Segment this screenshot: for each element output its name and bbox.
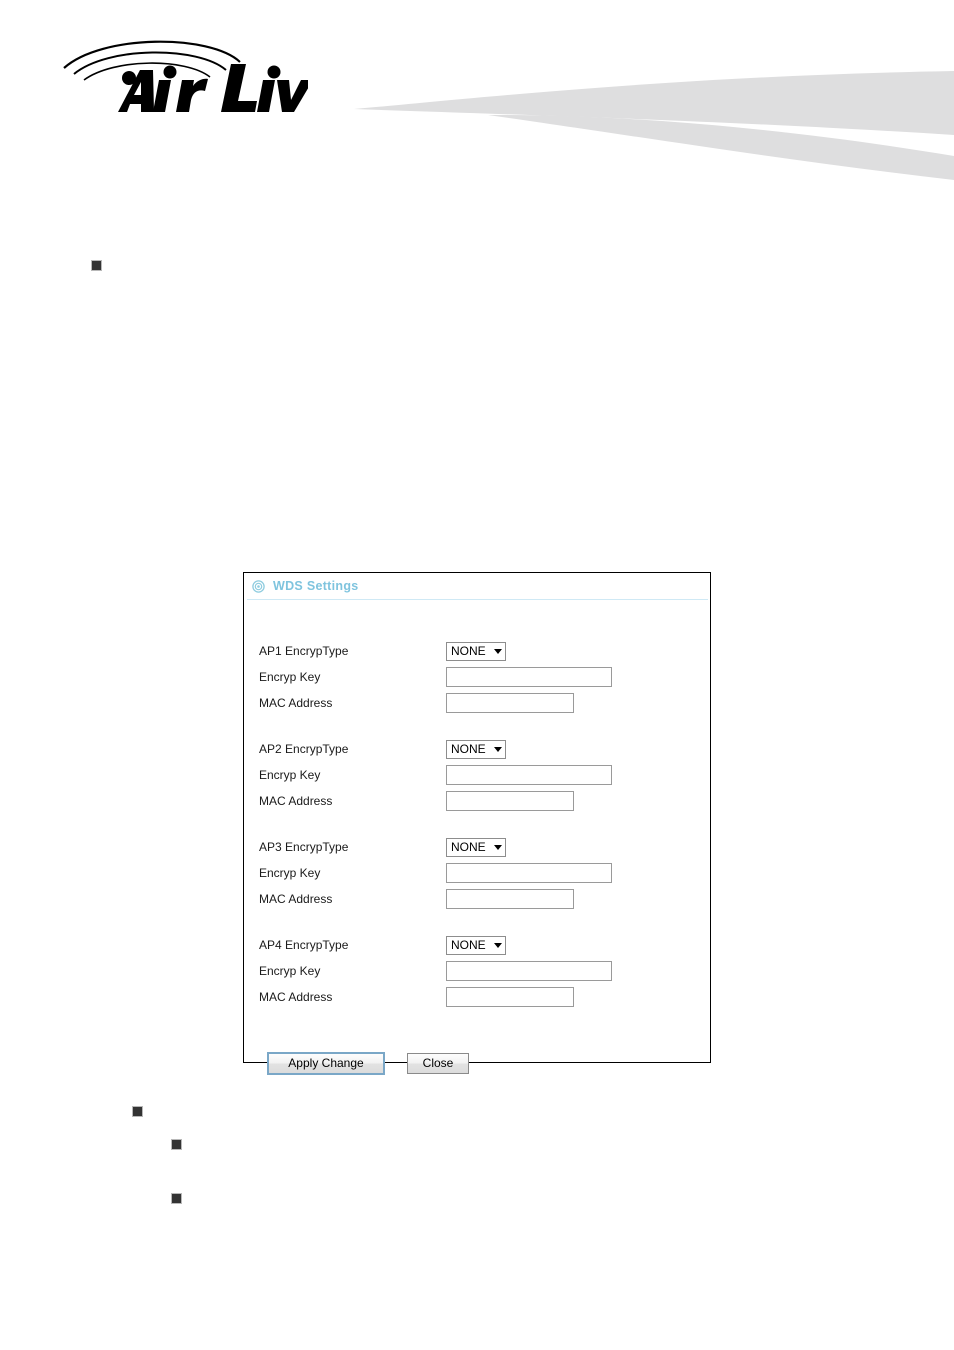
ap-group-2: AP2 EncrypType NONE Encryp Key MAC Addre… bbox=[259, 736, 710, 814]
label-ap1-encryp-key: Encryp Key bbox=[259, 670, 321, 684]
control-ap3-mac-address bbox=[446, 889, 574, 909]
ap1-mac-address-input[interactable] bbox=[446, 693, 574, 713]
row-ap3-encryp-type: AP3 EncrypType NONE bbox=[259, 834, 710, 860]
chevron-down-icon bbox=[494, 844, 502, 850]
apply-change-button[interactable]: Apply Change bbox=[267, 1052, 385, 1075]
bullet-marker-top bbox=[91, 260, 102, 271]
panel-actions: Apply Change Close bbox=[259, 1030, 710, 1075]
control-ap2-mac-address bbox=[446, 791, 574, 811]
ap-group-3: AP3 EncrypType NONE Encryp Key MAC Addre… bbox=[259, 834, 710, 912]
control-ap1-mac-address bbox=[446, 693, 574, 713]
row-ap2-encryp-type: AP2 EncrypType NONE bbox=[259, 736, 710, 762]
row-ap4-mac-address: MAC Address bbox=[259, 984, 710, 1010]
label-ap2-encryp-type: AP2 EncrypType bbox=[259, 742, 349, 756]
bullet-marker-lower-3 bbox=[171, 1193, 182, 1204]
airlive-wave-logo-icon bbox=[63, 40, 308, 112]
ap2-mac-address-input[interactable] bbox=[446, 791, 574, 811]
row-ap3-encryp-key: Encryp Key bbox=[259, 860, 710, 886]
control-ap2-encryp-type: NONE bbox=[446, 739, 506, 759]
control-ap4-encryp-key bbox=[446, 961, 612, 981]
ap3-mac-address-input[interactable] bbox=[446, 889, 574, 909]
ap4-encryp-key-input[interactable] bbox=[446, 961, 612, 981]
chevron-down-icon bbox=[494, 648, 502, 654]
ap3-encryp-type-select[interactable]: NONE bbox=[446, 837, 506, 857]
airlive-logo bbox=[58, 32, 308, 114]
label-ap1-encryp-type: AP1 EncrypType bbox=[259, 644, 349, 658]
ap2-encryp-type-select[interactable]: NONE bbox=[446, 739, 506, 759]
ap-group-1: AP1 EncrypType NONE Encryp Key MAC Addre… bbox=[259, 638, 710, 716]
ap3-encryp-type-value: NONE bbox=[451, 840, 486, 854]
row-ap1-encryp-type: AP1 EncrypType NONE bbox=[259, 638, 710, 664]
control-ap4-mac-address bbox=[446, 987, 574, 1007]
ap2-encryp-type-value: NONE bbox=[451, 742, 486, 756]
label-ap1-mac-address: MAC Address bbox=[259, 696, 333, 710]
label-ap3-mac-address: MAC Address bbox=[259, 892, 333, 906]
panel-titlebar: WDS Settings bbox=[244, 573, 710, 600]
ap1-encryp-type-select[interactable]: NONE bbox=[446, 641, 506, 661]
control-ap3-encryp-type: NONE bbox=[446, 837, 506, 857]
label-ap4-encryp-type: AP4 EncrypType bbox=[259, 938, 349, 952]
label-ap3-encryp-key: Encryp Key bbox=[259, 866, 321, 880]
ap2-encryp-key-input[interactable] bbox=[446, 765, 612, 785]
ap1-encryp-key-input[interactable] bbox=[446, 667, 612, 687]
label-ap4-mac-address: MAC Address bbox=[259, 990, 333, 1004]
row-ap2-encryp-key: Encryp Key bbox=[259, 762, 710, 788]
header-swoosh-decoration bbox=[340, 40, 954, 180]
panel-body: AP1 EncrypType NONE Encryp Key MAC Addre… bbox=[244, 600, 710, 1075]
control-ap2-encryp-key bbox=[446, 765, 612, 785]
target-circle-icon bbox=[252, 580, 265, 593]
ap3-encryp-key-input[interactable] bbox=[446, 863, 612, 883]
bullet-marker-lower-2 bbox=[171, 1139, 182, 1150]
chevron-down-icon bbox=[494, 746, 502, 752]
label-ap4-encryp-key: Encryp Key bbox=[259, 964, 321, 978]
row-ap1-mac-address: MAC Address bbox=[259, 690, 710, 716]
row-ap1-encryp-key: Encryp Key bbox=[259, 664, 710, 690]
ap1-encryp-type-value: NONE bbox=[451, 644, 486, 658]
bullet-marker-lower-1 bbox=[132, 1106, 143, 1117]
swoosh-ribbon-icon bbox=[354, 71, 954, 180]
page-header bbox=[0, 0, 954, 190]
ap4-encryp-type-select[interactable]: NONE bbox=[446, 935, 506, 955]
control-ap1-encryp-type: NONE bbox=[446, 641, 506, 661]
control-ap3-encryp-key bbox=[446, 863, 612, 883]
label-ap2-mac-address: MAC Address bbox=[259, 794, 333, 808]
panel-title: WDS Settings bbox=[273, 579, 359, 594]
chevron-down-icon bbox=[494, 942, 502, 948]
control-ap4-encryp-type: NONE bbox=[446, 935, 506, 955]
ap-group-4: AP4 EncrypType NONE Encryp Key MAC Addre… bbox=[259, 932, 710, 1010]
close-button[interactable]: Close bbox=[407, 1053, 469, 1074]
row-ap3-mac-address: MAC Address bbox=[259, 886, 710, 912]
row-ap4-encryp-key: Encryp Key bbox=[259, 958, 710, 984]
label-ap2-encryp-key: Encryp Key bbox=[259, 768, 321, 782]
ap4-mac-address-input[interactable] bbox=[446, 987, 574, 1007]
row-ap2-mac-address: MAC Address bbox=[259, 788, 710, 814]
row-ap4-encryp-type: AP4 EncrypType NONE bbox=[259, 932, 710, 958]
ap4-encryp-type-value: NONE bbox=[451, 938, 486, 952]
wds-settings-panel: WDS Settings AP1 EncrypType NONE Encryp … bbox=[243, 572, 711, 1075]
control-ap1-encryp-key bbox=[446, 667, 612, 687]
label-ap3-encryp-type: AP3 EncrypType bbox=[259, 840, 349, 854]
